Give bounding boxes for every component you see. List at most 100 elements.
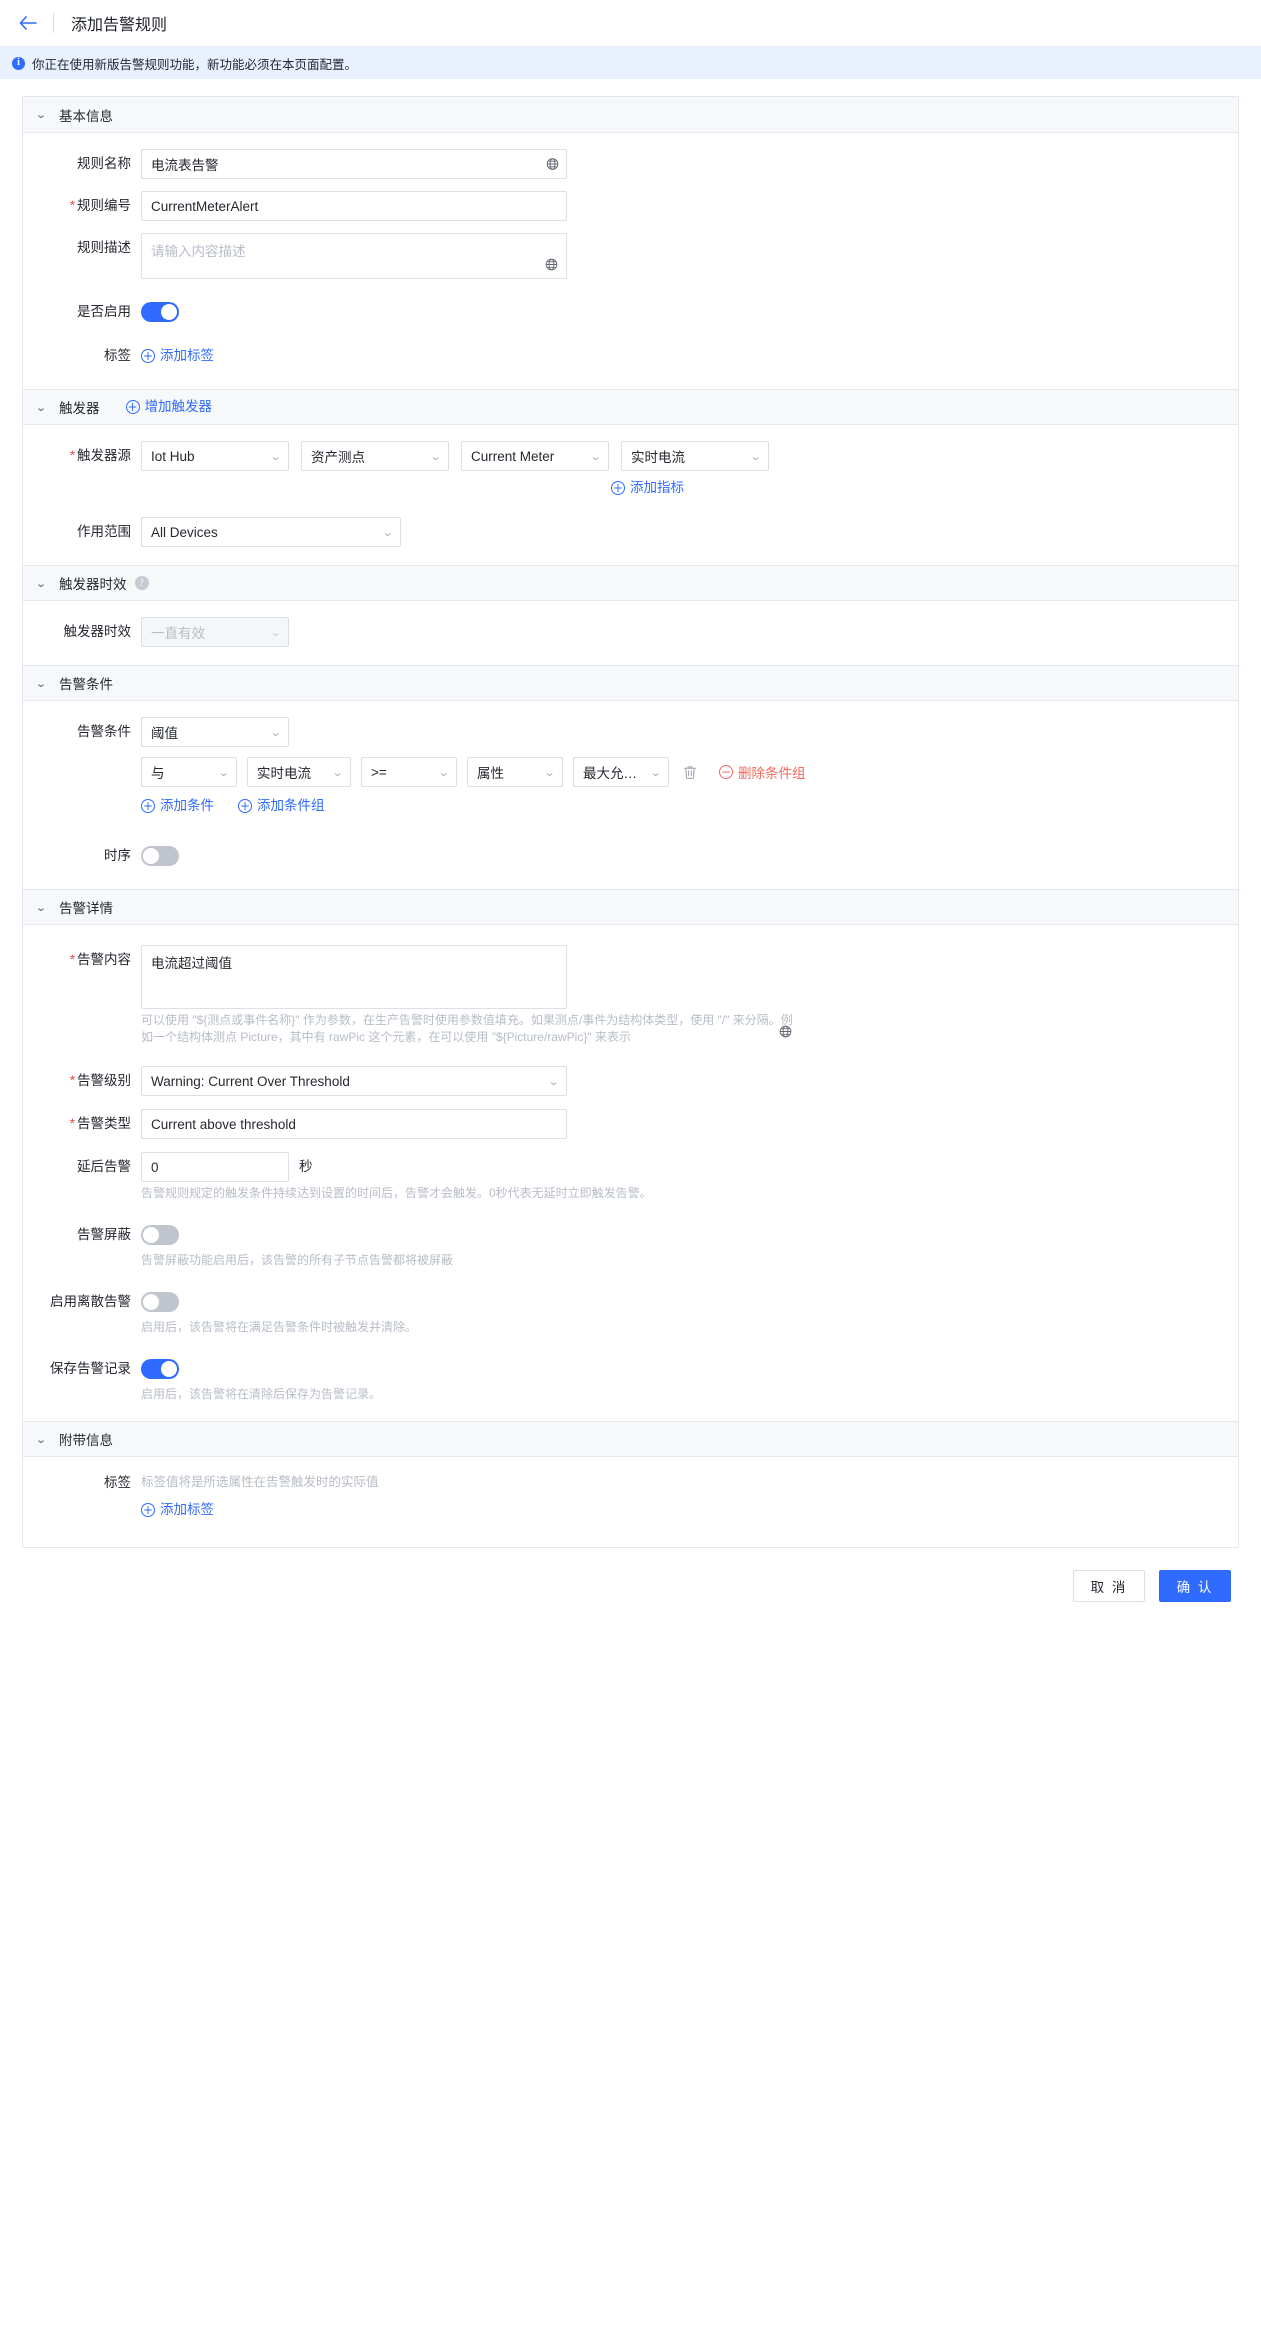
section-title-basic-info: 基本信息 [59,108,113,124]
field-rule-code [141,191,567,221]
page-title: 添加告警规则 [71,17,168,34]
info-banner: i 你正在使用新版告警规则功能，新功能必须在本页面配置。 [0,47,1261,79]
discrete-alarm-hint: 启用后，该告警将在满足告警条件时被触发并清除。 [141,1320,418,1334]
condition-operator-select[interactable]: >= ⌄ [361,757,457,787]
question-icon[interactable]: ? [134,576,149,590]
field-enabled [141,297,179,322]
add-trigger-button[interactable]: + 增加触发器 [125,400,212,414]
chevron-down-icon: ⌄ [35,1433,47,1446]
form-row-trigger-source: *触发器源 Iot Hub ⌄ 资产测点 ⌄ Current Meter ⌄ [23,435,1238,509]
section-body-trigger-validity: 触发器时效 一直有效 ⌄ [23,601,1238,665]
alarm-mask-toggle[interactable] [141,1225,179,1245]
label-save-record: 保存告警记录 [50,1361,131,1376]
form-row-alarm-level: * 告警级别 Warning: Current Over Threshold ⌄ [23,1052,1238,1102]
minus-circle-icon: − [719,765,733,779]
alarm-type-input[interactable] [141,1109,567,1139]
form-row-trigger-validity: 触发器时效 一直有效 ⌄ [23,611,1238,653]
add-condition-group-button[interactable]: + 添加条件组 [238,791,325,821]
condition-metric-select[interactable]: 实时电流 ⌄ [247,757,351,787]
required-marker: * [69,952,75,967]
label-discrete-alarm: 启用离散告警 [50,1294,131,1309]
form-row-alarm-content: *告警内容 可以使用 "${测点或事件名称}" 作为参数，在生产告警时使用参数值… [23,939,1238,1052]
add-extra-tag-label: 添加标签 [160,1502,214,1517]
label-trigger-source: * 触发器源 [69,448,131,463]
alarm-content-textarea[interactable] [141,945,567,1009]
form-row-scope: 作用范围 All Devices ⌄ [23,509,1238,553]
delete-condition-group-label: 删除条件组 [738,766,806,781]
chevron-down-icon: ⌄ [331,766,344,779]
chevron-down-icon: ⌄ [35,109,47,121]
field-trigger-source: Iot Hub ⌄ 资产测点 ⌄ Current Meter ⌄ 实时电流 ⌄ [141,441,769,503]
section-header-extra-info[interactable]: ⌄ 附带信息 [23,1421,1238,1457]
condition-value-type-value: 属性 [477,766,504,781]
scope-select[interactable]: All Devices ⌄ [141,517,401,547]
trigger-source-value-1: Iot Hub [151,448,195,464]
alarm-delay-unit: 秒 [299,1159,313,1174]
trigger-validity-select[interactable]: 一直有效 ⌄ [141,617,289,647]
back-arrow-icon[interactable] [17,16,39,30]
plus-circle-icon: + [238,799,252,813]
chevron-down-icon: ⌄ [269,726,282,739]
enabled-toggle[interactable] [141,302,179,322]
alarm-content-hint: 可以使用 "${测点或事件名称}" 作为参数，在生产告警时使用参数值填充。如果测… [141,1013,793,1044]
discrete-alarm-toggle[interactable] [141,1292,179,1312]
trigger-source-select-2[interactable]: 资产测点 ⌄ [301,441,449,471]
plus-circle-icon: + [141,1503,155,1517]
form-row-tags: 标签 + 添加标签 [23,333,1238,377]
section-header-trigger-validity[interactable]: ⌄ 触发器时效 ? [23,565,1238,601]
add-metric-wrapper: + 添加指标 [611,473,769,503]
condition-actions: + 添加条件 + 添加条件组 [141,791,806,821]
header-divider [53,13,54,33]
section-header-alarm-detail[interactable]: ⌄ 告警详情 [23,889,1238,925]
rule-code-input[interactable] [141,191,567,221]
form-row-discrete-alarm: 启用离散告警 启用后，该告警将在满足告警条件时被触发并清除。 [23,1275,1238,1342]
form-row-alarm-type: * 告警类型 [23,1102,1238,1145]
condition-value-value: 最大允许... [583,766,645,781]
section-body-alarm-condition: 告警条件 阈值 ⌄ 与 ⌄ 实时电流 ⌄ >= ⌄ 属性 ⌄ 最大允许... ⌄… [23,701,1238,889]
section-header-alarm-condition[interactable]: ⌄ 告警条件 [23,665,1238,701]
add-condition-label: 添加条件 [160,798,214,813]
condition-value-type-select[interactable]: 属性 ⌄ [467,757,563,787]
add-condition-group-label: 添加条件组 [257,798,325,813]
add-tag-button[interactable]: + 添加标签 [141,341,214,371]
trigger-source-value-3: Current Meter [471,448,555,464]
confirm-button[interactable]: 确 认 [1159,1570,1231,1602]
form-row-rule-name: 规则名称 [23,143,1238,185]
trash-icon[interactable] [683,765,699,780]
plus-circle-icon: + [141,799,155,813]
label-extra-tags: 标签 [104,1475,131,1490]
field-condition-type: 阈值 ⌄ [141,717,289,747]
field-rule-name [141,149,567,179]
rule-name-input[interactable] [141,149,567,179]
delete-condition-group-button[interactable]: − 删除条件组 [719,762,806,782]
alarm-delay-hint: 告警规则规定的触发条件持续达到设置的时间后，告警才会触发。0秒代表无延时立即触发… [141,1186,652,1200]
section-header-trigger[interactable]: ⌄ 触发器 + 增加触发器 [23,389,1238,425]
section-header-basic-info[interactable]: ⌄ 基本信息 [23,97,1238,133]
condition-logic-select[interactable]: 与 ⌄ [141,757,237,787]
add-extra-tag-button[interactable]: + 添加标签 [141,1495,214,1525]
chevron-down-icon: ⌄ [429,450,442,463]
condition-type-select[interactable]: 阈值 ⌄ [141,717,289,747]
condition-type-value: 阈值 [151,726,178,741]
alarm-delay-input[interactable] [141,1152,289,1182]
plus-circle-icon: + [125,400,140,414]
trigger-source-select-4[interactable]: 实时电流 ⌄ [621,441,769,471]
save-record-toggle[interactable] [141,1359,179,1379]
time-series-toggle[interactable] [141,846,179,866]
trigger-source-selects: Iot Hub ⌄ 资产测点 ⌄ Current Meter ⌄ 实时电流 ⌄ [141,441,769,471]
alarm-mask-hint: 告警屏蔽功能启用后，该告警的所有子节点告警都将被屏蔽 [141,1253,454,1267]
cancel-button[interactable]: 取 消 [1073,1570,1145,1602]
save-record-hint: 启用后，该告警将在清除后保存为告警记录。 [141,1387,382,1401]
add-condition-button[interactable]: + 添加条件 [141,791,214,821]
form-row-time-series: 时序 [23,827,1238,877]
toggle-knob [161,304,177,320]
condition-value-select[interactable]: 最大允许... ⌄ [573,757,669,787]
trigger-source-select-1[interactable]: Iot Hub ⌄ [141,441,289,471]
rule-description-textarea[interactable] [141,233,567,279]
chevron-down-icon: ⌄ [649,766,662,779]
alarm-level-select[interactable]: Warning: Current Over Threshold ⌄ [141,1066,567,1096]
label-trigger-validity: 触发器时效 [63,624,132,639]
form-row-enabled: 是否启用 [23,285,1238,333]
add-metric-button[interactable]: + 添加指标 [611,473,684,503]
trigger-source-select-3[interactable]: Current Meter ⌄ [461,441,609,471]
